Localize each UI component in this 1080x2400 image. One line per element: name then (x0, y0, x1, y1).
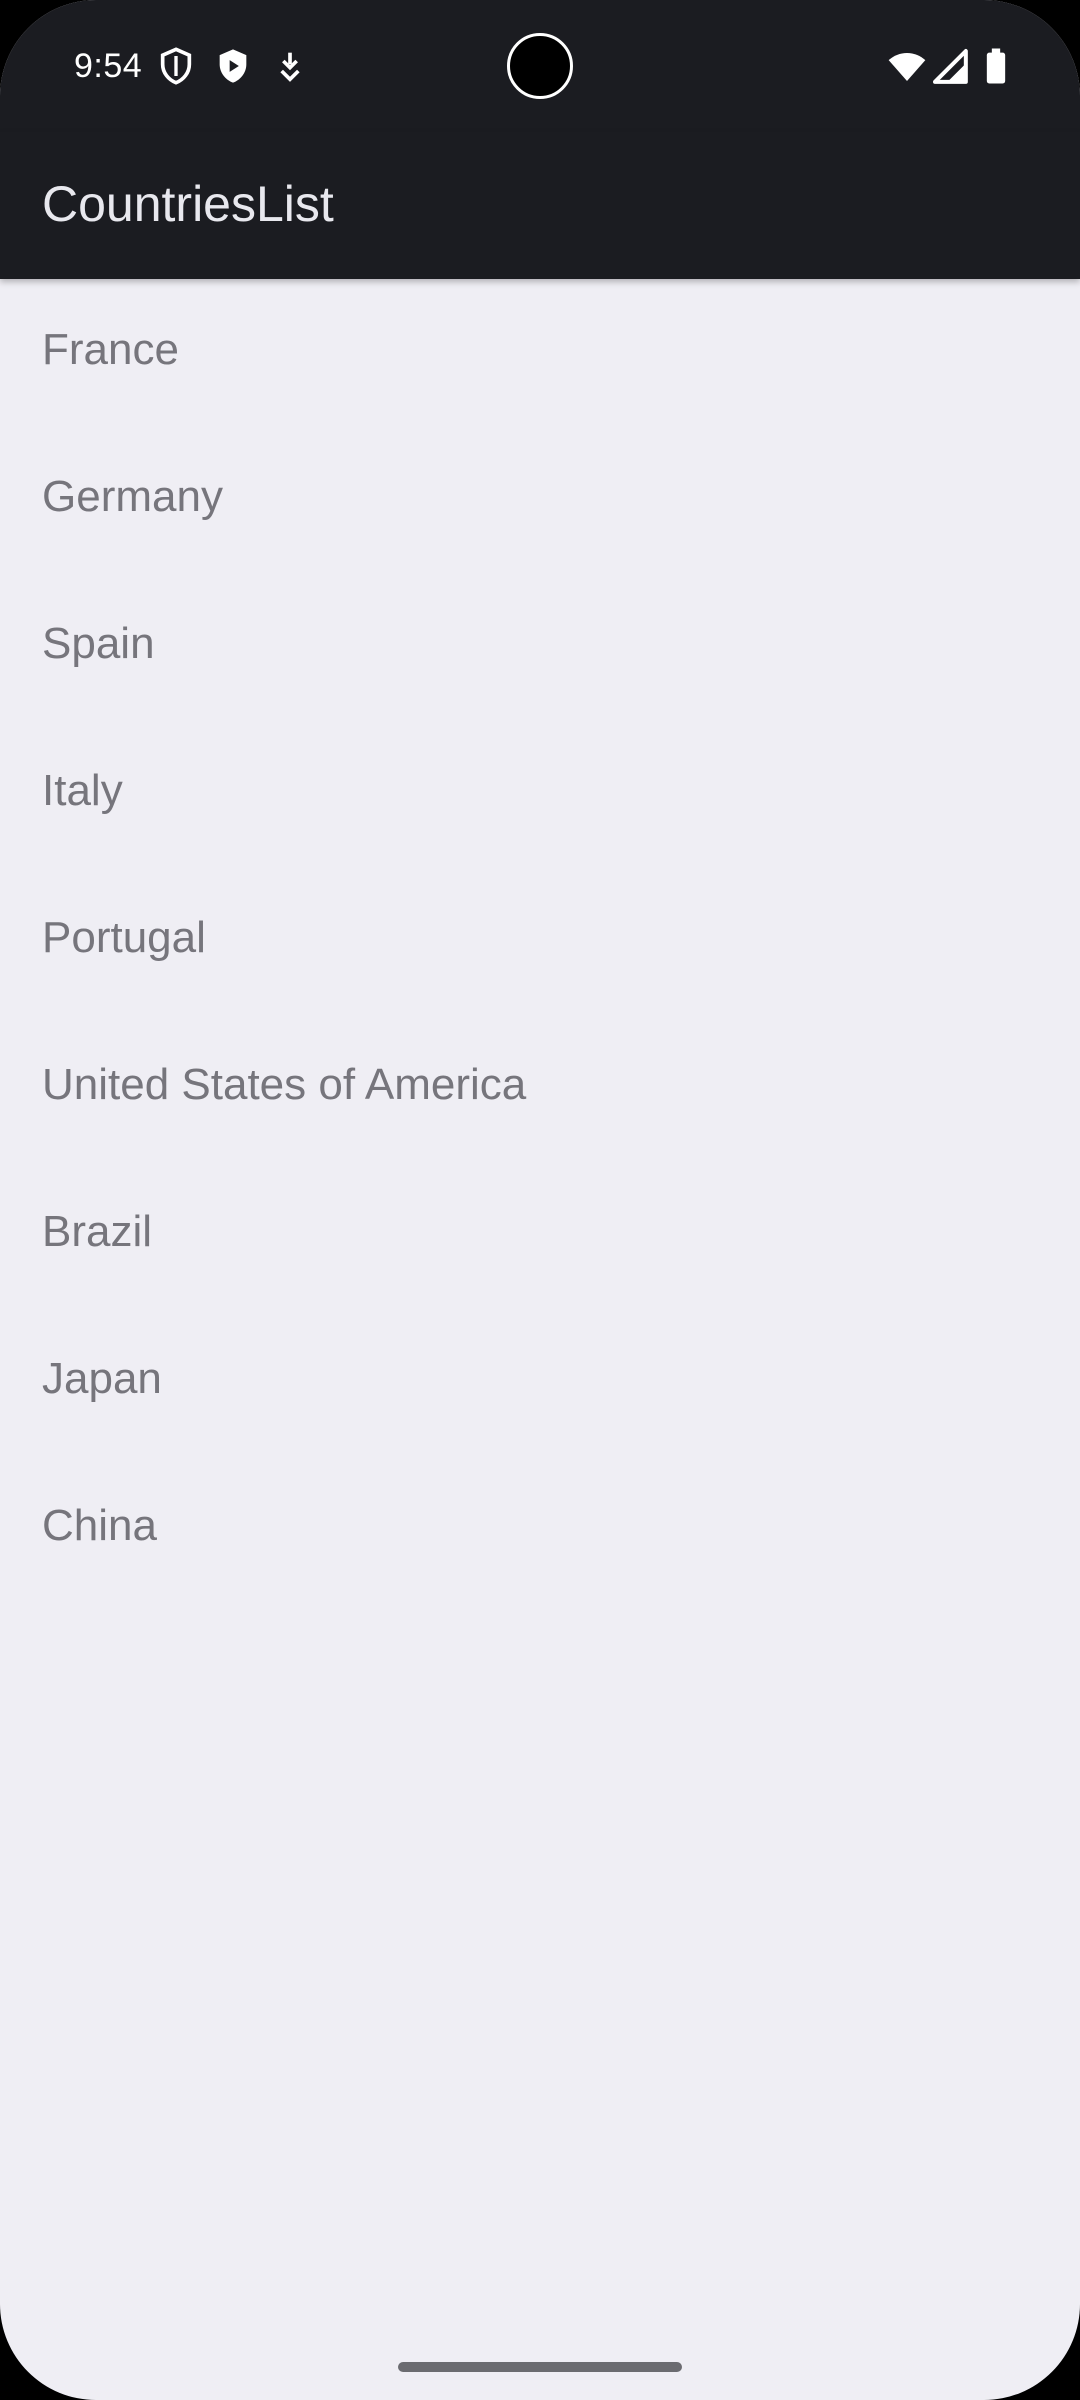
list-item-label: Japan (42, 1354, 162, 1403)
phone-screen: 9:54 CountriesList France Germany Spain … (0, 0, 1080, 2400)
list-item-label: Brazil (42, 1207, 153, 1256)
status-bar: 9:54 (0, 0, 1080, 132)
list-item-label: Germany (42, 472, 223, 521)
play-shield-icon (219, 49, 247, 83)
list-item-label: Portugal (42, 913, 206, 962)
app-bar: CountriesList (0, 132, 1080, 279)
front-camera (507, 33, 573, 99)
list-item[interactable]: Japan (0, 1311, 1080, 1458)
list-item[interactable]: Brazil (0, 1164, 1080, 1311)
list-item-label: France (42, 325, 179, 374)
shield-outline-icon (160, 47, 192, 85)
list-item[interactable]: Portugal (0, 870, 1080, 1017)
list-item[interactable]: Spain (0, 576, 1080, 723)
country-list: France Germany Spain Italy Portugal Unit… (0, 282, 1080, 1605)
list-item[interactable]: United States of America (0, 1017, 1080, 1164)
list-item[interactable]: China (0, 1458, 1080, 1605)
list-item[interactable]: Italy (0, 723, 1080, 870)
list-item[interactable]: Germany (0, 429, 1080, 576)
list-item-label: China (42, 1501, 157, 1550)
page-title: CountriesList (42, 176, 334, 232)
status-time: 9:54 (74, 47, 143, 85)
list-item-label: Spain (42, 619, 155, 668)
list-item-label: United States of America (42, 1060, 527, 1109)
wifi-icon (888, 53, 926, 81)
list-item-label: Italy (42, 766, 123, 815)
list-item[interactable]: France (0, 282, 1080, 429)
home-gesture-bar[interactable] (398, 2362, 682, 2372)
download-icon (280, 52, 300, 82)
cellular-signal-icon (933, 49, 968, 84)
battery-icon (986, 48, 1006, 84)
